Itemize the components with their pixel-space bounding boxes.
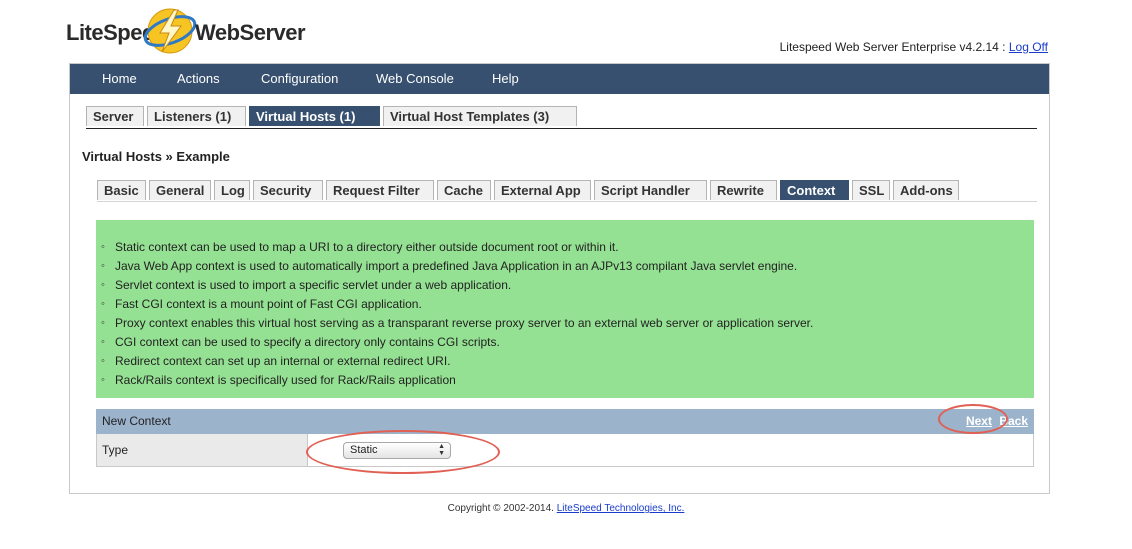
type-label-cell: Type [97, 434, 308, 466]
tab-virtual-hosts[interactable]: Virtual Hosts (1) [249, 106, 380, 126]
nav-web-console[interactable]: Web Console [376, 71, 454, 86]
footer-text: Copyright © 2002-2014. [447, 503, 554, 514]
help-item: Servlet context is used to import a spec… [96, 276, 1034, 295]
subtab-basic[interactable]: Basic [97, 180, 146, 200]
help-item: Static context can be used to map a URI … [96, 238, 1034, 257]
context-help-box: Static context can be used to map a URI … [96, 220, 1034, 398]
subtab-general[interactable]: General [149, 180, 211, 200]
top-navbar: Home Actions Configuration Web Console H… [70, 64, 1049, 94]
help-item: Proxy context enables this virtual host … [96, 314, 1034, 333]
lightning-icon [143, 8, 197, 54]
tab-server[interactable]: Server [86, 106, 144, 126]
nav-actions[interactable]: Actions [177, 71, 220, 86]
version-status: Litespeed Web Server Enterprise v4.2.14 … [780, 40, 1048, 54]
annotation-oval-next [938, 404, 1008, 434]
nav-configuration[interactable]: Configuration [261, 71, 338, 86]
version-text: Litespeed Web Server Enterprise v4.2.14 … [779, 40, 1006, 54]
new-context-title: New Context [102, 414, 171, 428]
tab-listeners[interactable]: Listeners (1) [147, 106, 246, 126]
logo-text-right: WebServer [195, 20, 306, 45]
footer: Copyright © 2002-2014. LiteSpeed Technol… [0, 503, 1132, 514]
tab-virtual-host-templates[interactable]: Virtual Host Templates (3) [383, 106, 577, 126]
subtab-ssl[interactable]: SSL [852, 180, 890, 200]
help-list: Static context can be used to map a URI … [96, 238, 1034, 390]
subtab-log[interactable]: Log [214, 180, 250, 200]
help-item: Redirect context can set up an internal … [96, 352, 1034, 371]
subtab-rewrite[interactable]: Rewrite [710, 180, 777, 200]
help-item: Rack/Rails context is specifically used … [96, 371, 1034, 390]
footer-link[interactable]: LiteSpeed Technologies, Inc. [557, 503, 685, 514]
logo: LiteSpeed WebServer [66, 6, 306, 56]
type-row: Type Static ▲ ▼ [96, 434, 1034, 467]
main-frame: Home Actions Configuration Web Console H… [69, 63, 1050, 494]
subtab-context[interactable]: Context [780, 180, 849, 200]
tab-divider [86, 128, 1037, 129]
nav-help[interactable]: Help [492, 71, 519, 86]
subtab-request-filter[interactable]: Request Filter [326, 180, 434, 200]
nav-home[interactable]: Home [102, 71, 137, 86]
logoff-link[interactable]: Log Off [1009, 40, 1048, 54]
annotation-oval-type [306, 430, 500, 474]
help-item: Fast CGI context is a mount point of Fas… [96, 295, 1034, 314]
help-item: Java Web App context is used to automati… [96, 257, 1034, 276]
subtab-script-handler[interactable]: Script Handler [594, 180, 707, 200]
subtab-security[interactable]: Security [253, 180, 323, 200]
new-context-header: New Context Next Back [96, 409, 1034, 434]
type-label: Type [102, 443, 129, 457]
subtab-divider [97, 201, 1037, 202]
help-item: CGI context can be used to specify a dir… [96, 333, 1034, 352]
subtab-cache[interactable]: Cache [437, 180, 491, 200]
subtab-add-ons[interactable]: Add-ons [893, 180, 959, 200]
subtab-external-app[interactable]: External App [494, 180, 591, 200]
breadcrumb: Virtual Hosts » Example [82, 149, 230, 164]
